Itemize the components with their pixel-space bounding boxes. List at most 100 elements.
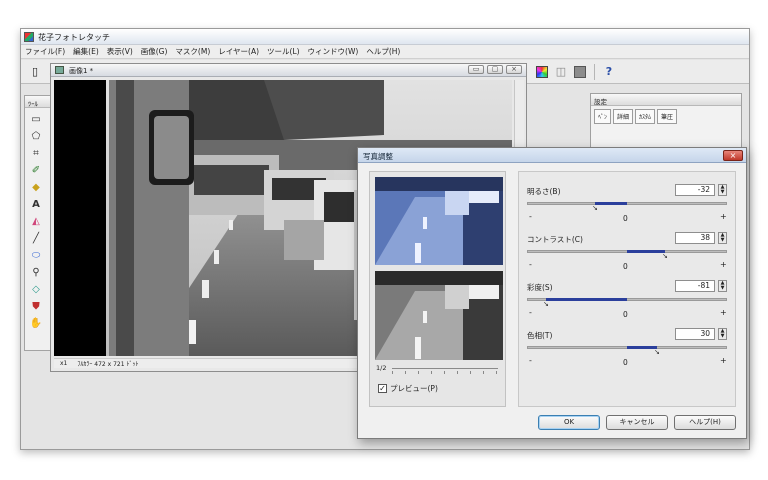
preview-zoom-ticks [392, 371, 498, 374]
contrast-thumb[interactable]: ↘ [662, 252, 668, 260]
hue-label: 色相(T) [527, 331, 553, 340]
stamp-icon[interactable]: ⛊ [27, 299, 45, 313]
saturation-min: - [529, 308, 532, 317]
contrast-max: + [720, 260, 727, 269]
brightness-min: - [529, 212, 532, 221]
document-icon [55, 66, 64, 74]
hue-max: + [720, 356, 727, 365]
saturation-max: + [720, 308, 727, 317]
menu-view[interactable]: 表示(V) [107, 46, 133, 57]
photo-adjust-dialog: 写真調整 × 1/2 ✓ プレビュー(P) 明るさ(B) -32 ▲ ▼ ↘ -… [357, 147, 747, 439]
help-button[interactable]: ヘルプ(H) [674, 415, 736, 430]
saturation-input[interactable]: -81 [675, 280, 715, 292]
clone-icon[interactable]: ◇ [27, 282, 45, 296]
close-button[interactable]: × [506, 65, 522, 74]
menu-image[interactable]: 画像(G) [141, 46, 168, 57]
ok-button[interactable]: OK [538, 415, 600, 430]
preview-zoom-slider[interactable] [392, 368, 498, 369]
menu-tools[interactable]: ツール(L) [267, 46, 300, 57]
settings-panel-title: 設定 [591, 94, 741, 106]
adjust-icon[interactable]: ◫ [553, 64, 569, 80]
maximize-button[interactable]: ▢ [487, 65, 503, 74]
menu-bar: ファイル(F) 編集(E) 表示(V) 画像(G) マスク(M) レイヤー(A)… [21, 45, 749, 59]
hue-thumb[interactable]: ↘ [654, 348, 660, 356]
tab-detail[interactable]: 詳細 [613, 109, 634, 124]
hue-min: - [529, 356, 532, 365]
saturation-spinner[interactable]: ▲ ▼ [718, 280, 727, 292]
app-icon [24, 32, 34, 42]
hue-input[interactable]: 30 [675, 328, 715, 340]
saturation-thumb[interactable]: ↘ [543, 300, 549, 308]
toolbar-separator [594, 63, 595, 80]
app-title-bar: 花子フォトレタッチ [21, 29, 749, 45]
contrast-row: コントラスト(C) 38 ▲ ▼ ↘ - 0 + [527, 232, 727, 276]
hand-icon[interactable]: ✋ [27, 316, 45, 330]
gray-icon[interactable] [572, 64, 588, 80]
contrast-label: コントラスト(C) [527, 235, 583, 244]
line-icon[interactable]: ╱ [27, 231, 45, 245]
blur-icon[interactable]: ⚲ [27, 265, 45, 279]
saturation-zero: 0 [623, 310, 628, 319]
app-title: 花子フォトレタッチ [38, 33, 110, 42]
dialog-close-button[interactable]: × [723, 150, 743, 161]
contrast-zero: 0 [623, 262, 628, 271]
menu-layer[interactable]: レイヤー(A) [218, 46, 259, 57]
document-title-bar[interactable]: 画像1 * ▭ ▢ × [51, 64, 526, 77]
color-icon[interactable] [534, 64, 550, 80]
preview-ratio: 1/2 [376, 364, 387, 372]
hue-row: 色相(T) 30 ▲ ▼ ↘ - 0 + [527, 328, 727, 372]
ellipse-icon[interactable]: ⬭ [27, 248, 45, 262]
brightness-fill [595, 202, 627, 205]
menu-file[interactable]: ファイル(F) [25, 46, 65, 57]
cancel-button[interactable]: キャンセル [606, 415, 668, 430]
menu-window[interactable]: ウィンドウ(W) [308, 46, 359, 57]
dialog-title: 写真調整 [363, 152, 393, 161]
brightness-thumb[interactable]: ↘ [592, 204, 598, 212]
menu-edit[interactable]: 編集(E) [73, 46, 99, 57]
rect-select-icon[interactable]: ▭ [27, 112, 45, 126]
dialog-buttons: OK キャンセル ヘルプ(H) [538, 415, 736, 430]
preview-after-image [375, 271, 503, 360]
minimize-button[interactable]: ▭ [468, 65, 484, 74]
document-title: 画像1 * [69, 67, 94, 75]
fill-icon[interactable]: ◭ [27, 214, 45, 228]
eraser-icon[interactable]: ◆ [27, 180, 45, 194]
contrast-fill [627, 250, 665, 253]
menu-help[interactable]: ヘルプ(H) [366, 46, 400, 57]
dialog-title-bar[interactable]: 写真調整 × [358, 148, 746, 163]
free-select-icon[interactable]: ⬠ [27, 129, 45, 143]
tab-pen[interactable]: ﾍﾟﾝ [594, 109, 612, 124]
brightness-zero: 0 [623, 214, 628, 223]
tab-pressure[interactable]: 筆圧 [657, 109, 678, 124]
crop-icon[interactable]: ⌗ [27, 146, 45, 160]
hue-zero: 0 [623, 358, 628, 367]
preview-pane: 1/2 ✓ プレビュー(P) [369, 171, 506, 407]
contrast-input[interactable]: 38 [675, 232, 715, 244]
new-document-icon[interactable]: ▯ [27, 64, 43, 80]
hue-fill [627, 346, 657, 349]
preview-checkbox[interactable]: ✓ [378, 384, 387, 393]
brightness-spinner[interactable]: ▲ ▼ [718, 184, 727, 196]
image-info: ﾌﾙｶﾗｰ 472 x 721 ﾄﾞｯﾄ [77, 361, 139, 368]
saturation-label: 彩度(S) [527, 283, 553, 292]
contrast-spinner[interactable]: ▲ ▼ [718, 232, 727, 244]
text-icon[interactable]: A [27, 197, 45, 211]
preview-checkbox-row[interactable]: ✓ プレビュー(P) [378, 383, 438, 394]
preview-before-image [375, 177, 503, 265]
settings-tabs: ﾍﾟﾝ 詳細 ｶｽﾀﾑ 筆圧 [591, 106, 741, 127]
help-icon[interactable]: ? [601, 64, 617, 80]
saturation-fill [546, 298, 627, 301]
tab-custom[interactable]: ｶｽﾀﾑ [635, 109, 656, 124]
zoom-level: x1 [60, 360, 68, 367]
brightness-slider[interactable] [527, 202, 727, 205]
brightness-row: 明るさ(B) -32 ▲ ▼ ↘ - 0 + [527, 184, 727, 228]
hue-spinner[interactable]: ▲ ▼ [718, 328, 727, 340]
brightness-max: + [720, 212, 727, 221]
preview-checkbox-label: プレビュー(P) [390, 384, 438, 393]
adjustment-pane: 明るさ(B) -32 ▲ ▼ ↘ - 0 + コントラスト(C) 38 ▲ ▼ ↘ … [518, 171, 736, 407]
brightness-input[interactable]: -32 [675, 184, 715, 196]
eyedropper-icon[interactable]: ✐ [27, 163, 45, 177]
menu-mask[interactable]: マスク(M) [175, 46, 210, 57]
saturation-row: 彩度(S) -81 ▲ ▼ ↘ - 0 + [527, 280, 727, 324]
contrast-min: - [529, 260, 532, 269]
